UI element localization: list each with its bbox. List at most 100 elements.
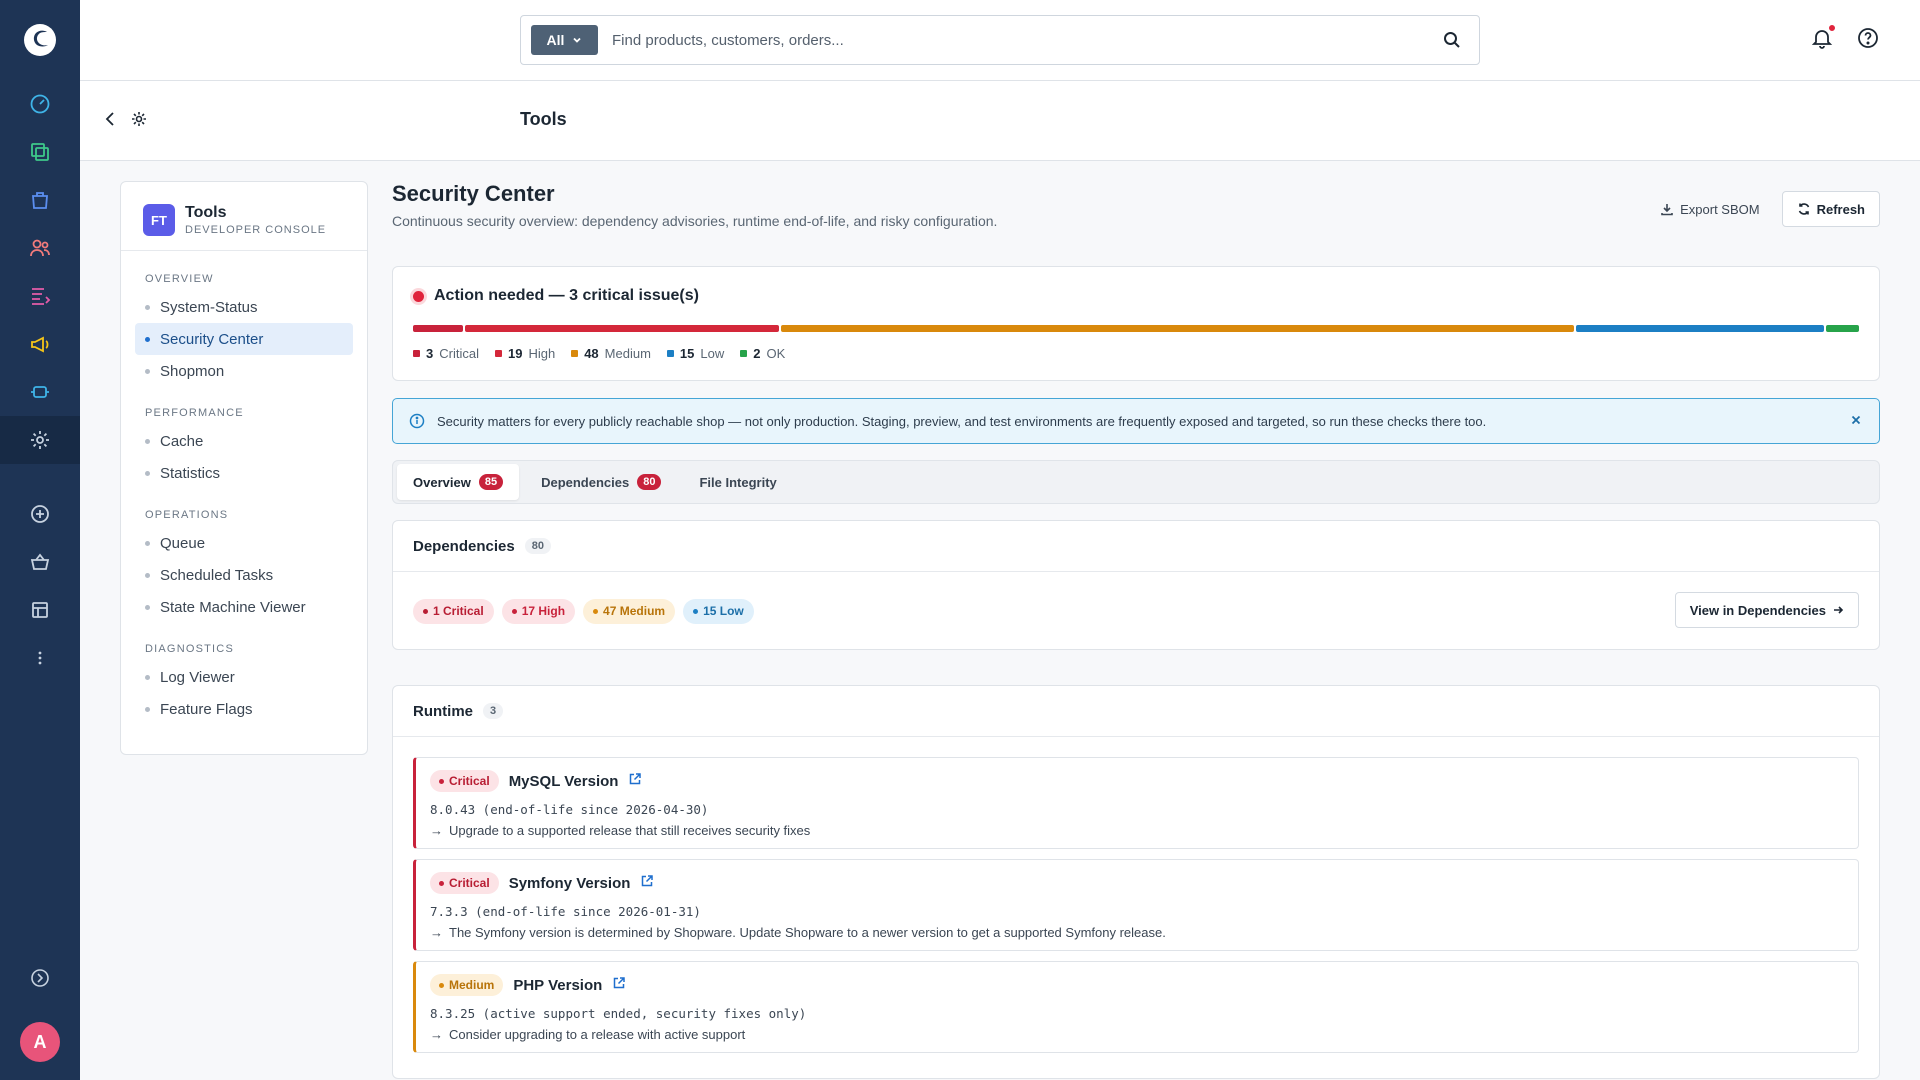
store-icon[interactable]	[0, 586, 80, 634]
catalogue-icon[interactable]	[0, 128, 80, 176]
search-scope-select[interactable]: All	[531, 25, 598, 55]
sidebar-item-log-viewer[interactable]: Log Viewer	[135, 661, 353, 693]
legend-ok: 2 OK	[740, 346, 785, 361]
security-status-card: Action needed — 3 critical issue(s) 3 Cri…	[392, 266, 1880, 381]
view-in-dependencies-button[interactable]: View in Dependencies	[1674, 592, 1859, 628]
info-icon	[409, 413, 425, 429]
security-tabs: Overview 85 Dependencies 80 File Integri…	[392, 460, 1880, 504]
section-label-diagnostics: DIAGNOSTICS	[145, 643, 234, 655]
sidebar-item-cache[interactable]: Cache	[135, 425, 353, 457]
tools-badge: FT	[143, 204, 175, 236]
orders-icon[interactable]	[0, 176, 80, 224]
sidebar-item-statistics[interactable]: Statistics	[135, 457, 353, 489]
shopware-logo[interactable]	[0, 0, 80, 80]
external-link-icon[interactable]	[612, 976, 626, 994]
sidebar-item-system-status[interactable]: System-Status	[135, 291, 353, 323]
sidebar-item-label: Security Center	[160, 330, 264, 348]
sidebar-item-shopmon[interactable]: Shopmon	[135, 355, 353, 387]
runtime-title: Runtime	[413, 702, 473, 720]
status-title: Action needed — 3 critical issue(s)	[434, 287, 699, 304]
expand-rail-icon[interactable]	[0, 954, 80, 1002]
runtime-card: Runtime 3 Critical MySQL Version 8.0.43 …	[392, 685, 1880, 1079]
sidebar-item-label: Scheduled Tasks	[160, 566, 274, 584]
status-indicator-dot	[413, 290, 424, 302]
sidebar-item-security-center[interactable]: Security Center	[135, 323, 353, 355]
export-sbom-label: Export SBOM	[1680, 201, 1760, 217]
legend-critical: 3 Critical	[413, 346, 479, 361]
sidebar-item-state-machine-viewer[interactable]: State Machine Viewer	[135, 591, 353, 623]
search-input[interactable]: Find products, customers, orders...	[612, 32, 1443, 49]
runtime-item-detail: 8.0.43 (end-of-life since 2026-04-30)	[430, 802, 709, 817]
runtime-item-hint: The Symfony version is determined by Sho…	[449, 925, 1166, 940]
sidebar-item-label: System-Status	[160, 298, 258, 316]
customers-icon[interactable]	[0, 224, 80, 272]
refresh-button[interactable]: Refresh	[1781, 191, 1880, 227]
back-arrow-icon[interactable]	[102, 110, 120, 132]
arrow-right-icon: →	[430, 925, 443, 940]
runtime-item-name: Symfony Version	[508, 874, 631, 892]
refresh-icon	[1798, 203, 1809, 215]
sidebar-item-queue[interactable]: Queue	[135, 527, 353, 559]
search-icon[interactable]	[1443, 31, 1461, 49]
smart-bar: Tools	[80, 81, 1920, 161]
runtime-item-mysql: Critical MySQL Version 8.0.43 (end-of-li…	[413, 757, 1859, 849]
sidebar-item-label: Shopmon	[160, 362, 225, 380]
sidebar-item-label: Cache	[160, 432, 204, 450]
help-icon[interactable]	[1856, 26, 1880, 54]
runtime-item-php: Medium PHP Version 8.3.25 (active suppor…	[413, 961, 1859, 1053]
sidebar-item-label: Statistics	[160, 464, 221, 482]
export-sbom-button[interactable]: Export SBOM	[1650, 191, 1769, 227]
tab-label: File Integrity	[699, 474, 777, 490]
runtime-item-hint: Upgrade to a supported release that stil…	[449, 823, 811, 838]
main-content: Security Center Continuous security over…	[392, 181, 1880, 1079]
tab-label: Overview	[413, 474, 471, 490]
runtime-count: 3	[483, 703, 504, 719]
settings-icon[interactable]	[0, 416, 80, 464]
add-icon[interactable]	[0, 490, 80, 538]
runtime-item-name: PHP Version	[513, 976, 603, 994]
sidebar-item-label: Log Viewer	[160, 668, 235, 686]
extensions-icon[interactable]	[0, 368, 80, 416]
tab-file-integrity[interactable]: File Integrity	[683, 464, 792, 500]
top-bar: All Find products, customers, orders...	[80, 0, 1920, 81]
sidebar-item-label: State Machine Viewer	[160, 598, 306, 616]
sidebar-item-feature-flags[interactable]: Feature Flags	[135, 693, 353, 725]
global-search[interactable]: All Find products, customers, orders...	[520, 15, 1480, 65]
severity-legend: 3 Critical 19 High 48 Medium 15 Low 2 OK	[413, 346, 1859, 361]
arrow-right-icon: →	[430, 823, 443, 838]
download-icon	[1661, 204, 1673, 216]
sidebar-item-scheduled-tasks[interactable]: Scheduled Tasks	[135, 559, 353, 591]
severity-bar-low	[1576, 325, 1824, 332]
gear-icon[interactable]	[130, 110, 148, 132]
runtime-item-detail: 8.3.25 (active support ended, security f…	[430, 1006, 807, 1021]
external-link-icon[interactable]	[628, 772, 642, 790]
section-label-operations: OPERATIONS	[145, 509, 229, 521]
legend-low: 15 Low	[666, 346, 724, 361]
tools-side-navigation: FT Tools DEVELOPER CONSOLE OVERVIEW Syst…	[120, 181, 368, 755]
severity-bar-critical	[413, 325, 463, 332]
marketing-icon[interactable]	[0, 320, 80, 368]
notifications-bell-icon[interactable]	[1810, 24, 1836, 54]
arrow-right-icon	[1834, 606, 1844, 614]
close-icon[interactable]	[1849, 413, 1863, 430]
dashboard-icon[interactable]	[0, 80, 80, 128]
severity-bar-medium	[780, 325, 1575, 332]
tab-count-badge: 85	[478, 474, 504, 490]
tab-dependencies[interactable]: Dependencies 80	[525, 464, 677, 500]
more-icon[interactable]	[0, 634, 80, 682]
user-avatar[interactable]: A	[20, 1022, 60, 1062]
dependencies-count: 80	[524, 538, 551, 554]
tab-overview[interactable]: Overview 85	[397, 464, 520, 500]
smartbar-title: Tools	[520, 109, 567, 129]
external-link-icon[interactable]	[640, 874, 654, 892]
notification-dot	[1828, 24, 1836, 32]
basket-icon[interactable]	[0, 538, 80, 586]
content-icon[interactable]	[0, 272, 80, 320]
sidebar-title: Tools	[185, 204, 227, 221]
sidebar-item-label: Queue	[160, 534, 206, 552]
arrow-right-icon: →	[430, 1027, 443, 1042]
legend-high: 19 High	[494, 346, 555, 361]
chevron-down-icon	[573, 37, 582, 43]
medium-pill: 47 Medium	[583, 598, 676, 624]
legend-medium: 48 Medium	[571, 346, 651, 361]
